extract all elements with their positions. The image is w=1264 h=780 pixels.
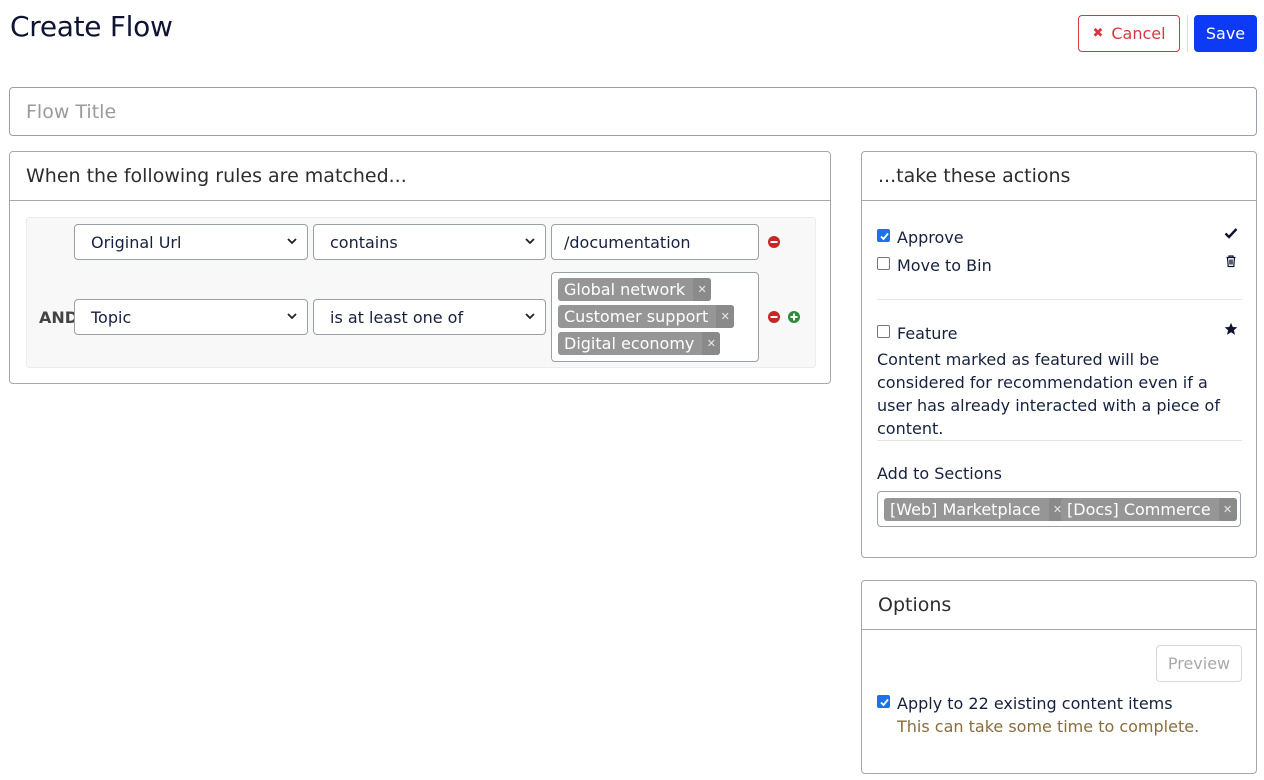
- cancel-label: Cancel: [1111, 24, 1166, 43]
- rule-field-value: Original Url: [91, 232, 182, 252]
- feature-label: Feature: [897, 324, 958, 343]
- apply-existing-checkbox[interactable]: [877, 695, 890, 708]
- rule-field-select[interactable]: Original Url: [74, 224, 308, 260]
- divider: [877, 299, 1242, 300]
- chevron-down-icon: [525, 313, 535, 320]
- apply-existing-label: Apply to 22 existing content items: [897, 694, 1173, 713]
- chevron-down-icon: [287, 238, 297, 245]
- actions-panel: ...take these actions Approve Move to Bi…: [861, 151, 1257, 558]
- tag-chip: Digital economy ✕: [558, 332, 721, 355]
- star-icon: [1224, 322, 1238, 335]
- rules-panel: When the following rules are matched... …: [9, 151, 831, 384]
- remove-tag-icon[interactable]: ✕: [693, 278, 712, 301]
- close-icon: ✖: [1092, 26, 1104, 41]
- rule-operator-select[interactable]: is at least one of: [313, 299, 546, 335]
- feature-checkbox[interactable]: [877, 325, 890, 338]
- sections-tags-input[interactable]: [Web] Marketplace ✕ [Docs] Commerce ✕: [877, 491, 1241, 527]
- remove-rule-icon[interactable]: [767, 235, 781, 249]
- trash-icon: [1226, 255, 1236, 268]
- rule-operator-value: is at least one of: [330, 307, 464, 327]
- rule-operator-select[interactable]: contains: [313, 224, 546, 260]
- remove-rule-icon[interactable]: [767, 310, 781, 324]
- rule-field-select[interactable]: Topic: [74, 299, 308, 335]
- tag-chip: [Web] Marketplace ✕: [884, 498, 1067, 521]
- options-panel: Options Preview Apply to 22 existing con…: [861, 580, 1257, 774]
- remove-tag-icon[interactable]: ✕: [702, 332, 721, 355]
- tag-label: Digital economy: [564, 334, 695, 353]
- apply-hint-text: This can take some time to complete.: [897, 717, 1200, 736]
- feature-description: Content marked as featured will be consi…: [877, 350, 1220, 438]
- remove-tag-icon[interactable]: ✕: [716, 305, 735, 328]
- tag-chip: Customer support ✕: [558, 305, 735, 328]
- tag-chip: Global network ✕: [558, 278, 712, 301]
- preview-button[interactable]: Preview: [1156, 645, 1242, 682]
- rule-value-input[interactable]: /documentation: [551, 224, 759, 260]
- approve-label: Approve: [897, 228, 964, 247]
- tag-chip: [Docs] Commerce ✕: [1061, 498, 1237, 521]
- remove-tag-icon[interactable]: ✕: [1218, 498, 1237, 521]
- tag-label: [Docs] Commerce: [1067, 500, 1211, 519]
- toolbar-divider: [1187, 15, 1188, 52]
- page-title: Create Flow: [10, 10, 173, 43]
- chevron-down-icon: [525, 238, 535, 245]
- rules-heading: When the following rules are matched...: [10, 152, 830, 201]
- check-icon: [1224, 228, 1238, 239]
- move-to-bin-checkbox[interactable]: [877, 257, 890, 270]
- checkmark-icon: [880, 698, 889, 707]
- actions-heading: ...take these actions: [862, 152, 1256, 201]
- cancel-button[interactable]: ✖ Cancel: [1078, 15, 1180, 52]
- tag-label: Global network: [564, 280, 686, 299]
- save-button[interactable]: Save: [1194, 15, 1257, 52]
- move-to-bin-label: Move to Bin: [897, 256, 992, 275]
- rule-operator-value: contains: [330, 232, 398, 252]
- rule-value-text: /documentation: [564, 232, 691, 252]
- and-conjunction-label: AND: [39, 308, 79, 327]
- rules-list: Original Url contains /documentation AND…: [26, 217, 816, 368]
- rule-field-value: Topic: [91, 307, 132, 327]
- approve-checkbox[interactable]: [877, 229, 890, 242]
- options-heading: Options: [862, 581, 1256, 630]
- add-to-sections-label: Add to Sections: [877, 464, 1002, 483]
- tag-label: [Web] Marketplace: [890, 500, 1041, 519]
- checkmark-icon: [880, 232, 889, 241]
- topic-tags-input[interactable]: Global network ✕ Customer support ✕ Digi…: [551, 272, 759, 362]
- divider: [877, 440, 1242, 441]
- chevron-down-icon: [287, 313, 297, 320]
- add-rule-icon[interactable]: [787, 310, 801, 324]
- flow-title-input[interactable]: [9, 87, 1257, 136]
- tag-label: Customer support: [564, 307, 709, 326]
